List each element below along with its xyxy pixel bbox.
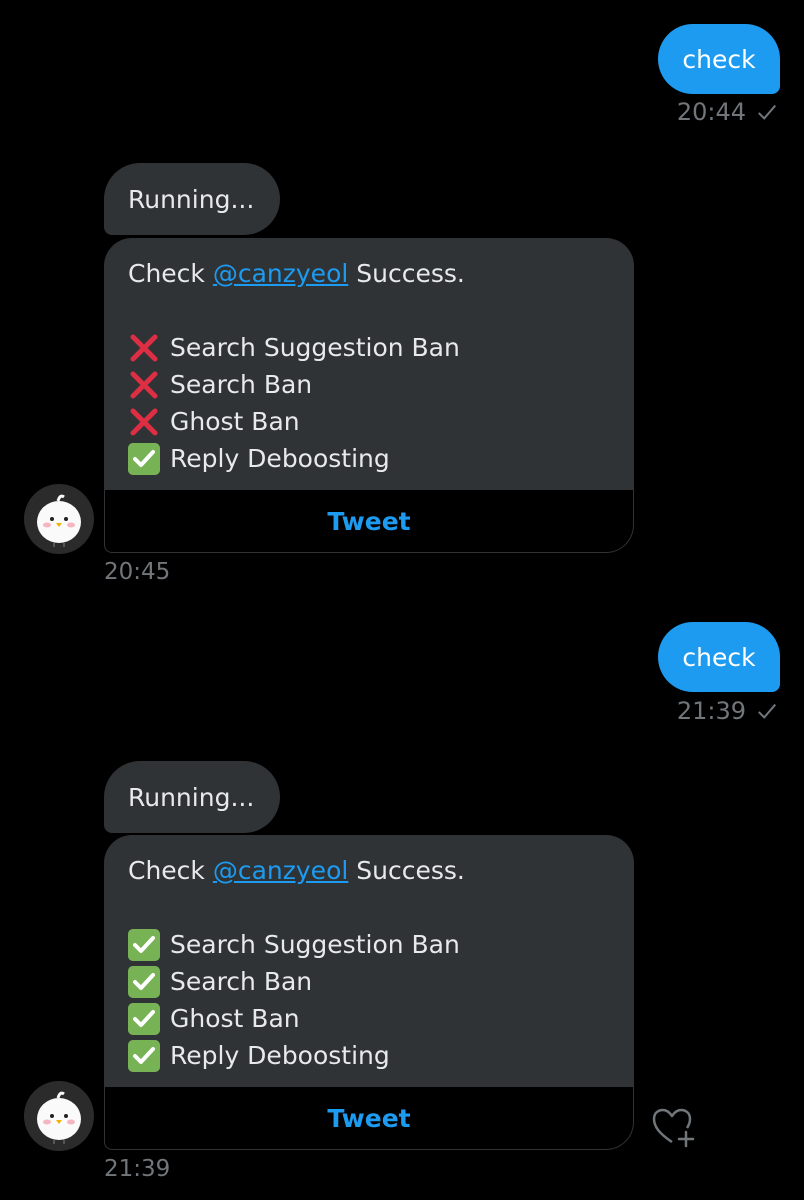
sent-message-meta: 20:44: [677, 98, 778, 126]
tweet-button-label: Tweet: [327, 506, 411, 536]
running-message[interactable]: Running...: [104, 761, 280, 833]
tweet-button[interactable]: Tweet: [105, 1087, 633, 1149]
red-cross-icon: [130, 371, 158, 398]
running-text: Running...: [128, 184, 255, 214]
result-headline: Check @canzyeol Success.: [128, 852, 610, 889]
avatar[interactable]: [24, 484, 94, 554]
read-check-icon: [758, 104, 777, 120]
headline-prefix: Check: [128, 259, 213, 288]
result-item-label: Ghost Ban: [170, 407, 300, 436]
green-check-icon: [128, 1002, 160, 1035]
result-item: Search Suggestion Ban: [128, 926, 610, 963]
sent-message-text: check: [682, 642, 756, 672]
result-item: Reply Deboosting: [128, 440, 610, 477]
result-item-label: Search Suggestion Ban: [170, 930, 460, 959]
running-message[interactable]: Running...: [104, 163, 280, 235]
mention-link[interactable]: @canzyeol: [213, 852, 348, 889]
result-item-label: Reply Deboosting: [170, 1041, 390, 1070]
headline-suffix: Success.: [348, 259, 465, 288]
result-card[interactable]: Check @canzyeol Success. Search Suggesti…: [104, 238, 634, 553]
green-check-icon: [128, 928, 160, 961]
bird-avatar-icon: [37, 494, 81, 547]
result-item-label: Ghost Ban: [170, 1004, 300, 1033]
result-item-label: Search Suggestion Ban: [170, 333, 460, 362]
green-check-icon: [128, 1039, 160, 1072]
sent-message-meta: 21:39: [677, 697, 778, 725]
result-headline: Check @canzyeol Success.: [128, 255, 610, 292]
avatar[interactable]: [24, 1081, 94, 1151]
result-item: Ghost Ban: [128, 1000, 610, 1037]
result-item: Ghost Ban: [128, 403, 610, 440]
result-item: Search Ban: [128, 366, 610, 403]
bird-avatar-icon: [37, 1091, 81, 1144]
sent-message[interactable]: check: [658, 622, 780, 692]
running-text: Running...: [128, 782, 255, 812]
green-check-icon: [128, 965, 160, 998]
read-check-icon: [758, 703, 777, 719]
result-item-label: Search Ban: [170, 370, 313, 399]
received-time: 20:45: [104, 559, 171, 585]
tweet-button[interactable]: Tweet: [105, 490, 633, 552]
received-time: 21:39: [104, 1156, 171, 1182]
result-item: Search Suggestion Ban: [128, 329, 610, 366]
sent-message[interactable]: check: [658, 24, 780, 94]
result-item: Reply Deboosting: [128, 1037, 610, 1074]
sent-time: 20:44: [676, 98, 746, 126]
result-card[interactable]: Check @canzyeol Success. Search Suggesti…: [104, 835, 634, 1150]
heart-add-icon[interactable]: [650, 1106, 696, 1148]
headline-suffix: Success.: [348, 856, 465, 885]
green-check-icon: [128, 442, 160, 475]
result-item: Search Ban: [128, 963, 610, 1000]
mention-link[interactable]: @canzyeol: [213, 255, 348, 292]
red-cross-icon: [130, 408, 158, 435]
result-item-label: Reply Deboosting: [170, 444, 390, 473]
tweet-button-label: Tweet: [327, 1103, 411, 1133]
headline-prefix: Check: [128, 856, 213, 885]
result-item-label: Search Ban: [170, 967, 313, 996]
sent-time: 21:39: [676, 697, 746, 725]
sent-message-text: check: [682, 44, 756, 74]
red-cross-icon: [130, 334, 158, 361]
